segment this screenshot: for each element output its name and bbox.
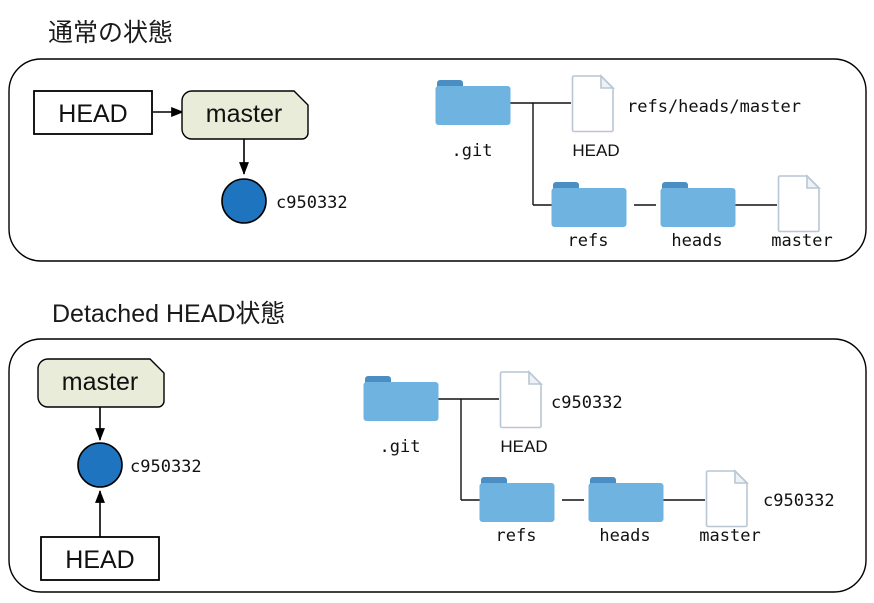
section-title-normal: 通常の状態 xyxy=(48,19,173,47)
folder-heads-label-detached: heads xyxy=(599,526,650,546)
file-master-label-detached: master xyxy=(699,526,760,546)
file-head-label-normal: HEAD xyxy=(572,141,619,160)
section-detached-state: Detached HEAD状態 master c950332 HEAD .git… xyxy=(8,300,867,593)
folder-heads-normal xyxy=(660,182,736,227)
file-master-detached xyxy=(705,470,748,528)
file-head-label-detached: HEAD xyxy=(500,437,547,456)
file-master-normal xyxy=(777,175,820,233)
file-head-content-normal: refs/heads/master xyxy=(627,97,801,117)
branch-tag-label-normal: master xyxy=(206,100,282,128)
commit-hash-detached: c950332 xyxy=(130,457,202,477)
folder-dotgit-label-normal: .git xyxy=(452,141,493,161)
folder-refs-label-normal: refs xyxy=(568,231,609,251)
file-master-content-detached: c950332 xyxy=(763,491,835,511)
folder-dotgit-label-detached: .git xyxy=(380,437,421,457)
file-head-normal xyxy=(571,75,614,133)
file-master-label-normal: master xyxy=(771,231,832,251)
diagram-canvas: 通常の状態 HEAD master c950332 .git HEAD refs… xyxy=(8,19,867,593)
folder-heads-label-normal: heads xyxy=(671,231,722,251)
head-box-label-detached: HEAD xyxy=(65,546,134,574)
folder-refs-detached xyxy=(479,477,555,522)
file-head-detached xyxy=(499,371,542,429)
commit-node-normal xyxy=(221,178,267,224)
folder-refs-label-detached: refs xyxy=(496,526,537,546)
folder-heads-detached xyxy=(588,477,664,522)
folder-dotgit-detached xyxy=(363,376,439,421)
commit-node-detached xyxy=(77,442,123,488)
commit-hash-normal: c950332 xyxy=(276,193,348,213)
file-head-content-detached: c950332 xyxy=(551,393,623,413)
branch-tag-label-detached: master xyxy=(62,368,138,396)
section-normal-state: 通常の状態 HEAD master c950332 .git HEAD refs… xyxy=(8,19,867,262)
folder-dotgit-normal xyxy=(435,80,511,125)
head-box-label-normal: HEAD xyxy=(58,100,127,128)
folder-refs-normal xyxy=(551,182,627,227)
git-head-states-figure: 通常の状態 HEAD master c950332 .git HEAD refs… xyxy=(0,0,874,603)
section-title-detached: Detached HEAD状態 xyxy=(52,300,285,328)
